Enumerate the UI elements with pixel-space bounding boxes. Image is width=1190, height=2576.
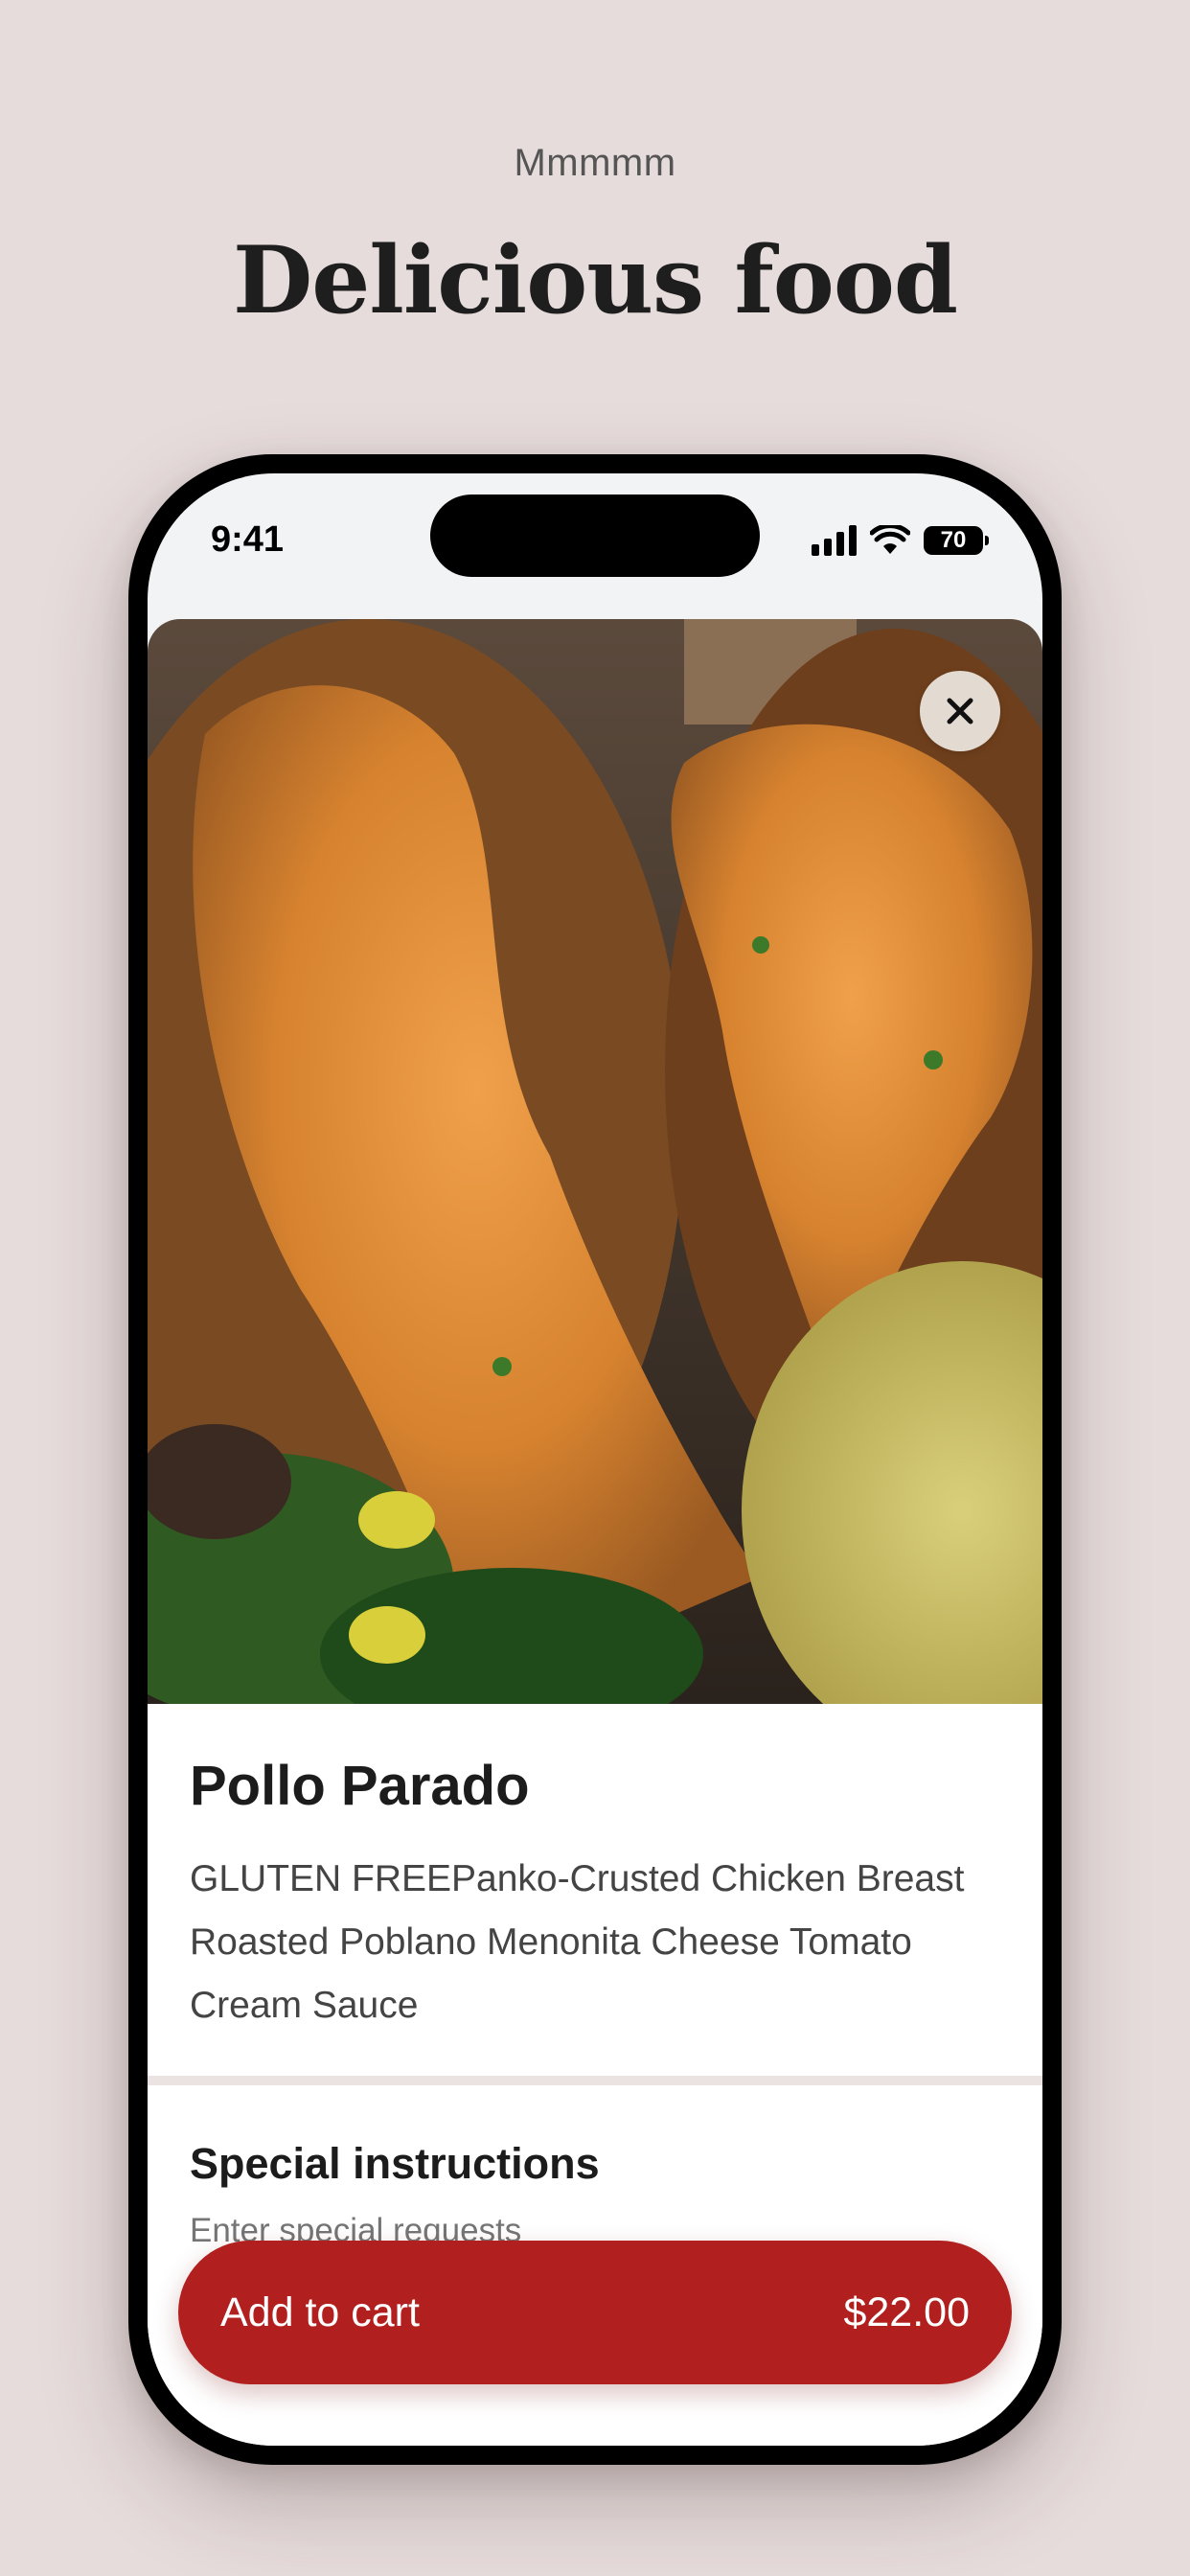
page-headline: Delicious food	[233, 226, 958, 334]
food-photo	[148, 619, 1042, 1704]
add-to-cart-button[interactable]: Add to cart $22.00	[178, 2241, 1012, 2384]
page-eyebrow: Mmmmm	[514, 142, 676, 184]
battery-level: 70	[940, 527, 967, 553]
battery-icon: 70	[924, 526, 989, 555]
item-description: GLUTEN FREEPanko-Crusted Chicken Breast …	[190, 1858, 965, 2026]
wifi-icon	[870, 525, 910, 554]
cart-price: $22.00	[843, 2288, 970, 2335]
dynamic-island	[430, 494, 760, 577]
status-time: 9:41	[211, 519, 285, 560]
phone-screen: 9:41 70 Pollo Parado GLUTEN FREEPanko-Cr…	[148, 473, 1042, 2446]
close-icon	[947, 698, 973, 724]
add-to-cart-label: Add to cart	[220, 2288, 420, 2335]
cellular-signal-icon	[812, 525, 857, 556]
item-title: Pollo Parado	[190, 1755, 530, 1817]
phone-frame: 9:41 70 Pollo Parado GLUTEN FREEPanko-Cr…	[128, 454, 1062, 2465]
section-divider	[148, 2076, 1042, 2085]
item-detail-sheet: Pollo Parado GLUTEN FREEPanko-Crusted Ch…	[148, 619, 1042, 2446]
status-icons: 70	[812, 521, 989, 560]
special-instructions-title: Special instructions	[190, 2139, 600, 2188]
close-button[interactable]	[920, 671, 1000, 751]
